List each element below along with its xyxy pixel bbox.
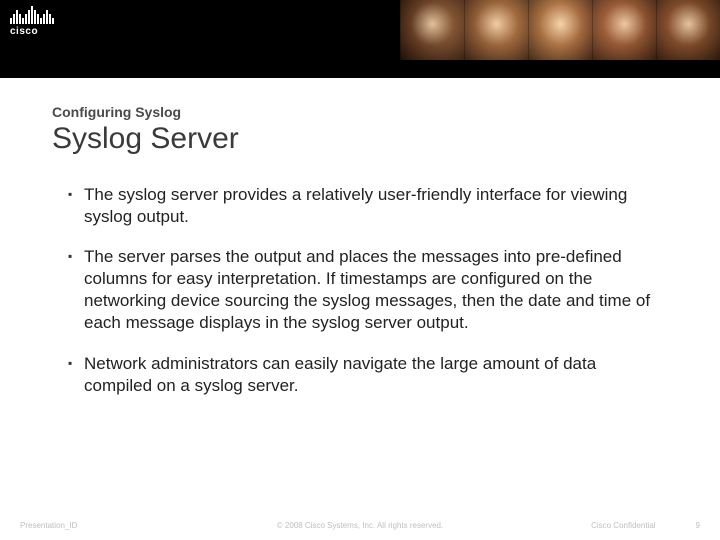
- bullet-list: The syslog server provides a relatively …: [52, 184, 668, 397]
- header-photo-strip: [400, 0, 720, 60]
- list-item: The syslog server provides a relatively …: [68, 184, 668, 228]
- kicker-text: Configuring Syslog: [52, 104, 668, 120]
- slide-title: Syslog Server: [52, 122, 668, 156]
- footer-copyright: © 2008 Cisco Systems, Inc. All rights re…: [277, 521, 443, 530]
- cisco-logo-bars-icon: [10, 6, 54, 24]
- slide-footer: Presentation_ID © 2008 Cisco Systems, In…: [0, 521, 720, 530]
- cisco-logo-text: cisco: [10, 26, 54, 37]
- slide-content: Configuring Syslog Syslog Server The sys…: [0, 78, 720, 397]
- footer-confidential: Cisco Confidential: [591, 521, 655, 530]
- footer-page-number: 9: [696, 521, 700, 530]
- header-band: cisco: [0, 0, 720, 78]
- list-item: Network administrators can easily naviga…: [68, 353, 668, 397]
- cisco-logo: cisco: [10, 6, 54, 37]
- list-item: The server parses the output and places …: [68, 246, 668, 334]
- footer-left: Presentation_ID: [20, 521, 77, 530]
